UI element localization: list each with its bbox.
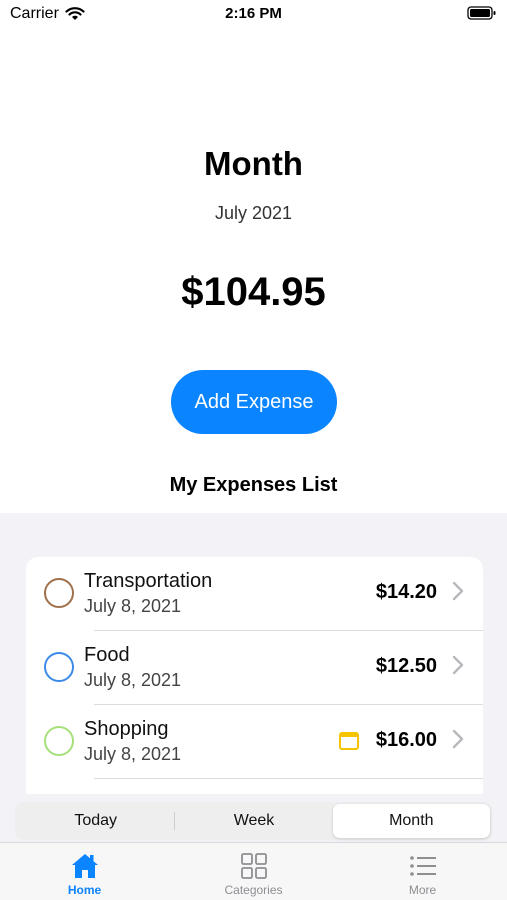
segment-month[interactable]: Month <box>332 804 490 838</box>
segment-today[interactable]: Today <box>17 804 174 838</box>
status-bar: Carrier 2:16 PM <box>0 0 507 30</box>
expense-date: July 8, 2021 <box>84 596 182 616</box>
expense-amount: $16.00 <box>375 729 437 751</box>
chevron-right-icon <box>452 581 464 601</box>
list-icon <box>409 856 436 876</box>
tab-categories[interactable]: Categories <box>169 843 338 900</box>
list-item[interactable]: Food July 8, 2021 $12.50 <box>26 631 483 705</box>
list-item[interactable]: Shopping July 8, 2021 $16.00 <box>26 705 483 779</box>
expense-name: Shopping <box>84 718 169 740</box>
list-title: My Expenses List <box>169 474 338 496</box>
expense-date: July 8, 2021 <box>84 744 182 764</box>
tab-label: Categories <box>224 883 283 897</box>
expense-name: Food <box>84 644 130 666</box>
expense-list: Transportation July 8, 2021 $14.20 Food … <box>26 557 483 794</box>
expense-amount: $12.50 <box>375 655 437 677</box>
expense-amount: $14.20 <box>375 581 437 603</box>
tab-home[interactable]: Home <box>0 843 169 900</box>
expense-date: July 8, 2021 <box>84 670 182 690</box>
period-segmented-control: Today Week Month <box>15 802 492 840</box>
tab-more[interactable]: More <box>338 843 507 900</box>
expense-name: Transportation <box>84 570 213 592</box>
add-expense-button[interactable]: Add Expense <box>171 370 337 434</box>
status-time: 2:16 PM <box>225 5 282 22</box>
category-color-circle <box>44 578 74 608</box>
page-title: Month <box>204 145 303 182</box>
category-color-circle <box>44 652 74 682</box>
chevron-right-icon <box>452 655 464 675</box>
tab-label: More <box>408 883 437 897</box>
chevron-right-icon <box>452 729 464 749</box>
period-label: July 2021 <box>214 203 293 223</box>
segment-week[interactable]: Week <box>175 804 332 838</box>
tab-bar: Home Categories More <box>0 842 507 900</box>
total-amount: $104.95 <box>181 270 326 314</box>
grid-icon <box>240 853 267 879</box>
battery-icon <box>467 5 497 26</box>
divider <box>94 778 483 779</box>
house-icon <box>71 854 98 878</box>
list-item[interactable]: Transportation July 8, 2021 $14.20 <box>26 557 483 631</box>
calendar-icon <box>339 732 359 750</box>
category-color-circle <box>44 726 74 756</box>
tab-label: Home <box>67 883 102 897</box>
summary-header: Month July 2021 $104.95 Add Expense My E… <box>0 30 507 513</box>
